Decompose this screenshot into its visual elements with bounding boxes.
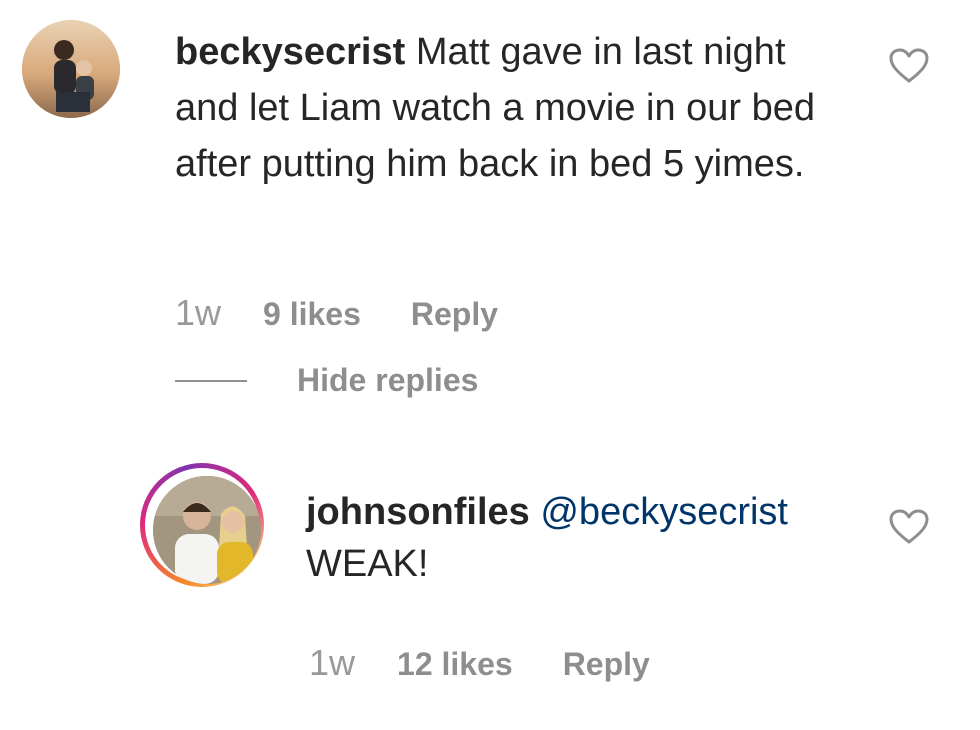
- comment-text: beckysecrist Matt gave in last night and…: [175, 24, 835, 192]
- reply-mention[interactable]: @beckysecrist: [540, 491, 788, 533]
- reply-meta: 1w 12 likes Reply: [309, 642, 650, 684]
- reply-time[interactable]: 1w: [309, 642, 355, 684]
- reply-username[interactable]: johnsonfiles: [306, 491, 530, 533]
- avatar-beckysecrist[interactable]: [22, 20, 120, 118]
- reply-comment-text: johnsonfiles @beckysecrist WEAK!: [306, 486, 866, 590]
- reply-button[interactable]: Reply: [411, 296, 498, 333]
- reply-body: WEAK!: [306, 543, 429, 585]
- comment-time[interactable]: 1w: [175, 292, 221, 334]
- hide-replies-button[interactable]: Hide replies: [175, 362, 478, 399]
- reply-likes[interactable]: 12 likes: [397, 646, 513, 683]
- avatar-johnsonfiles[interactable]: [140, 463, 264, 587]
- heart-icon[interactable]: [888, 47, 930, 85]
- comment-username[interactable]: beckysecrist: [175, 31, 405, 73]
- reply-button[interactable]: Reply: [563, 646, 650, 683]
- comment-meta: 1w 9 likes Reply: [175, 292, 498, 334]
- hide-replies-label[interactable]: Hide replies: [297, 362, 478, 399]
- comment-likes[interactable]: 9 likes: [263, 296, 361, 333]
- avatar-image: [153, 476, 261, 584]
- heart-icon[interactable]: [888, 508, 930, 546]
- divider-line: [175, 379, 247, 382]
